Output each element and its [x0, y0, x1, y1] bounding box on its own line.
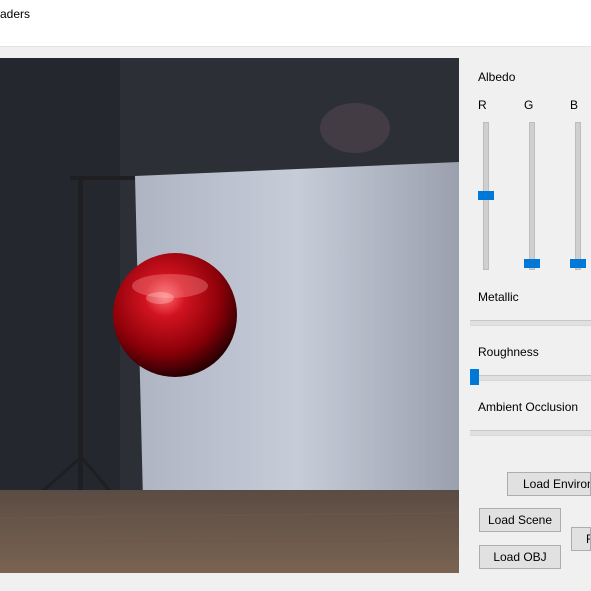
albedo-b-slider-thumb[interactable]	[570, 259, 586, 268]
albedo-r-label: R	[478, 98, 487, 112]
roughness-track[interactable]	[470, 375, 591, 381]
albedo-g-label: G	[524, 98, 534, 112]
albedo-r-slider-thumb[interactable]	[478, 191, 494, 200]
metallic-slider[interactable]	[470, 320, 591, 326]
metallic-label: Metallic	[478, 290, 519, 304]
albedo-g-track[interactable]	[529, 122, 535, 270]
title-bar: aders	[0, 0, 591, 47]
scene-render	[0, 58, 459, 573]
albedo-b-track[interactable]	[575, 122, 581, 270]
red-sphere	[113, 253, 237, 377]
reset-button[interactable]: R	[571, 527, 591, 551]
albedo-b-label: B	[570, 98, 579, 112]
load-obj-button[interactable]: Load OBJ	[479, 545, 561, 569]
albedo-label: Albedo	[478, 70, 516, 84]
ambient-occlusion-label: Ambient Occlusion	[478, 400, 579, 414]
roughness-slider-thumb[interactable]	[470, 369, 479, 385]
load-environment-button[interactable]: Load Environn	[507, 472, 591, 496]
load-scene-button[interactable]: Load Scene	[479, 508, 561, 532]
window-title: aders	[0, 7, 31, 21]
render-viewport[interactable]	[0, 58, 459, 573]
ambient-occlusion-slider[interactable]	[470, 430, 591, 436]
albedo-g-slider-thumb[interactable]	[524, 259, 540, 268]
roughness-label: Roughness	[478, 345, 539, 359]
